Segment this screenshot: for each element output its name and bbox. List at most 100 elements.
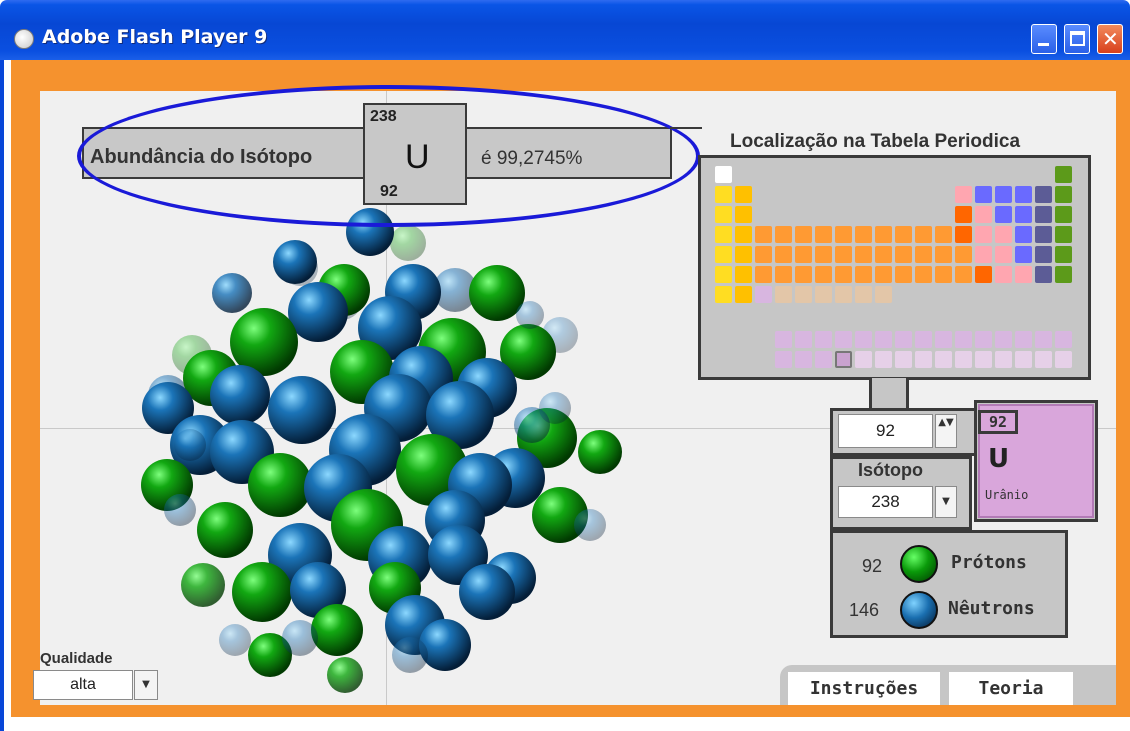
periodic-cell <box>795 351 812 368</box>
periodic-cell <box>915 351 932 368</box>
periodic-cell <box>835 286 852 303</box>
periodic-cell <box>775 266 792 283</box>
periodic-cell <box>715 286 732 303</box>
neutron-count: 146 <box>849 600 880 620</box>
periodic-cell <box>715 246 732 263</box>
periodic-cell <box>955 266 972 283</box>
periodic-cell <box>715 206 732 223</box>
tab-teoria[interactable]: Teoria <box>949 672 1073 705</box>
periodic-cell <box>855 286 872 303</box>
periodic-cell <box>895 226 912 243</box>
minimize-button[interactable] <box>1031 24 1057 54</box>
periodic-cell <box>895 246 912 263</box>
periodic-cell <box>735 266 752 283</box>
periodic-cell <box>795 246 812 263</box>
periodic-cell <box>895 351 912 368</box>
periodic-cell <box>875 331 892 348</box>
periodic-cell <box>1015 206 1032 223</box>
periodic-cell <box>915 246 932 263</box>
periodic-cell <box>1055 331 1072 348</box>
close-button[interactable]: ✕ <box>1097 24 1123 54</box>
quality-dropdown-button[interactable]: ▼ <box>134 670 158 700</box>
periodic-cell <box>915 266 932 283</box>
quality-select[interactable]: alta <box>33 670 133 700</box>
periodic-cell <box>835 331 852 348</box>
periodic-cell <box>755 226 772 243</box>
periodic-cell <box>855 226 872 243</box>
tab-instrucoes[interactable]: Instruções <box>788 672 940 705</box>
periodic-cell <box>795 266 812 283</box>
periodic-cell <box>895 266 912 283</box>
periodic-cell <box>955 226 972 243</box>
periodic-cell <box>1055 351 1072 368</box>
periodic-cell <box>975 206 992 223</box>
periodic-cell <box>1035 206 1052 223</box>
periodic-cell <box>735 286 752 303</box>
periodic-cell <box>875 266 892 283</box>
isotope-dropdown-button[interactable]: ▼ <box>935 486 957 518</box>
close-icon: ✕ <box>1102 27 1119 51</box>
periodic-cell <box>975 186 992 203</box>
periodic-cell <box>715 226 732 243</box>
periodic-cell <box>815 246 832 263</box>
periodic-cell <box>1055 186 1072 203</box>
neutron-icon <box>900 591 938 629</box>
element-card-number: 92 <box>978 410 1018 434</box>
periodic-cell <box>775 246 792 263</box>
periodic-cell <box>875 246 892 263</box>
maximize-button[interactable] <box>1064 24 1090 54</box>
isotope-select[interactable]: 238 <box>838 486 933 518</box>
periodic-cell <box>735 226 752 243</box>
periodic-cell <box>995 206 1012 223</box>
periodic-cell <box>795 226 812 243</box>
periodic-cell <box>815 351 832 368</box>
periodic-cell <box>875 351 892 368</box>
periodic-cell <box>1035 331 1052 348</box>
periodic-cell <box>1015 266 1032 283</box>
periodic-cell <box>715 186 732 203</box>
atomic-number-spinner[interactable]: ▲▼ <box>935 414 957 448</box>
periodic-cell <box>1015 331 1032 348</box>
proton-icon <box>900 545 938 583</box>
periodic-cell <box>915 226 932 243</box>
atomic-number-input[interactable]: 92 <box>838 414 933 448</box>
periodic-cell <box>995 331 1012 348</box>
periodic-cell <box>1035 246 1052 263</box>
periodic-cell <box>875 286 892 303</box>
periodic-cell <box>875 226 892 243</box>
periodic-cell <box>1015 246 1032 263</box>
periodic-cell <box>795 331 812 348</box>
periodic-cell <box>1055 206 1072 223</box>
periodic-cell <box>835 351 852 368</box>
periodic-cell <box>935 351 952 368</box>
periodic-cell <box>1035 186 1052 203</box>
periodic-cell <box>995 246 1012 263</box>
flash-player-icon <box>14 29 34 49</box>
periodic-cell <box>995 266 1012 283</box>
periodic-cell <box>755 266 772 283</box>
periodic-cell <box>815 331 832 348</box>
window-titlebar[interactable]: Adobe Flash Player 9 ✕ <box>0 0 1130 60</box>
periodic-cell <box>735 186 752 203</box>
periodic-cell <box>935 266 952 283</box>
periodic-cell <box>935 226 952 243</box>
periodic-cell <box>835 246 852 263</box>
periodic-cell <box>1035 266 1052 283</box>
periodic-cell <box>735 206 752 223</box>
periodic-cell <box>995 186 1012 203</box>
periodic-cell <box>815 286 832 303</box>
periodic-cell <box>795 286 812 303</box>
periodic-cell <box>1055 246 1072 263</box>
periodic-cell <box>955 186 972 203</box>
proton-count: 92 <box>862 556 883 576</box>
periodic-cell <box>895 331 912 348</box>
periodic-cell <box>715 166 732 183</box>
element-card-symbol: U <box>988 444 1010 474</box>
periodic-cell <box>775 351 792 368</box>
periodic-cell <box>855 246 872 263</box>
window-title: Adobe Flash Player 9 <box>42 26 268 48</box>
window-border <box>0 60 4 731</box>
periodic-cell <box>1055 226 1072 243</box>
periodic-cell <box>915 331 932 348</box>
particle-count-panel <box>830 530 1068 638</box>
